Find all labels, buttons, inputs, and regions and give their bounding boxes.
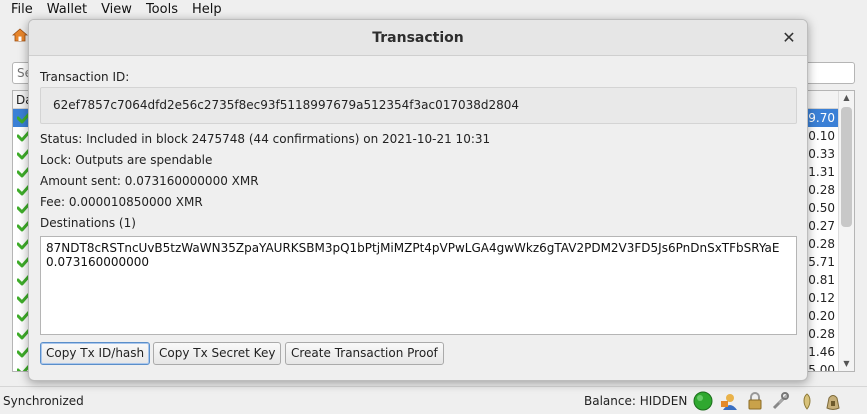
sync-status: Synchronized	[3, 394, 84, 408]
menu-view[interactable]: View	[94, 0, 139, 20]
fee-line: Fee: 0.000010850000 XMR	[40, 195, 203, 209]
transaction-dialog: Transaction ✕ Transaction ID: 62ef7857c7…	[28, 19, 808, 381]
close-icon[interactable]: ✕	[781, 30, 797, 46]
connection-green-icon[interactable]	[693, 391, 713, 411]
balance-label: Balance: HIDDEN	[584, 394, 688, 408]
scroll-down-arrow-icon[interactable]: ▼	[839, 357, 854, 371]
history-scrollbar[interactable]: ▲ ▼	[838, 91, 854, 371]
seed-icon[interactable]	[797, 391, 817, 411]
menu-wallet[interactable]: Wallet	[40, 0, 94, 20]
row-amount: 1.31	[808, 165, 835, 179]
destinations-label: Destinations (1)	[40, 216, 136, 230]
account-icon[interactable]	[719, 391, 739, 411]
row-amount: 0.28	[808, 327, 835, 341]
menu-help[interactable]: Help	[185, 0, 229, 20]
lock-line: Lock: Outputs are spendable	[40, 153, 213, 167]
status-line: Status: Included in block 2475748 (44 co…	[40, 132, 491, 146]
create-proof-button[interactable]: Create Transaction Proof	[285, 342, 444, 365]
wallet-bag-icon[interactable]	[823, 391, 843, 411]
dialog-title: Transaction	[372, 30, 464, 46]
row-amount: 5.00	[808, 363, 835, 372]
home-icon[interactable]	[12, 28, 28, 42]
menu-file[interactable]: File	[4, 0, 40, 20]
txid-label: Transaction ID:	[40, 70, 130, 84]
destination-amount: 0.073160000000	[46, 255, 150, 269]
tools-icon[interactable]	[771, 391, 791, 411]
scroll-up-arrow-icon[interactable]: ▲	[839, 91, 854, 105]
menu-bar: File Wallet View Tools Help	[0, 0, 867, 20]
row-amount: 0.28	[808, 237, 835, 251]
status-bar: Synchronized Balance: HIDDEN	[0, 386, 867, 414]
destination-address: 87NDT8cRSTncUvB5tzWaWN35ZpaYAURKSBM3pQ1b…	[46, 241, 780, 255]
row-amount: 0.20	[808, 309, 835, 323]
row-amount: 0.33	[808, 147, 835, 161]
txid-field[interactable]: 62ef7857c7064dfd2e56c2735f8ec93f51189976…	[40, 87, 797, 124]
row-amount: 0.28	[808, 183, 835, 197]
scrollbar-thumb[interactable]	[841, 107, 852, 227]
dialog-titlebar[interactable]: Transaction ✕	[29, 20, 807, 56]
amount-sent-line: Amount sent: 0.073160000000 XMR	[40, 174, 259, 188]
row-amount: 5.71	[808, 255, 835, 269]
row-amount: 0.81	[808, 273, 835, 287]
menu-tools[interactable]: Tools	[139, 0, 185, 20]
row-amount: 0.10	[808, 129, 835, 143]
row-amount: 0.12	[808, 291, 835, 305]
row-amount: 0.50	[808, 201, 835, 215]
destinations-textarea[interactable]: 87NDT8cRSTncUvB5tzWaWN35ZpaYAURKSBM3pQ1b…	[40, 236, 797, 335]
copy-txid-button[interactable]: Copy Tx ID/hash	[40, 342, 151, 365]
lock-icon[interactable]	[745, 391, 765, 411]
copy-secret-key-button[interactable]: Copy Tx Secret Key	[153, 342, 282, 365]
row-amount: 0.27	[808, 219, 835, 233]
row-amount: 1.46	[808, 345, 835, 359]
